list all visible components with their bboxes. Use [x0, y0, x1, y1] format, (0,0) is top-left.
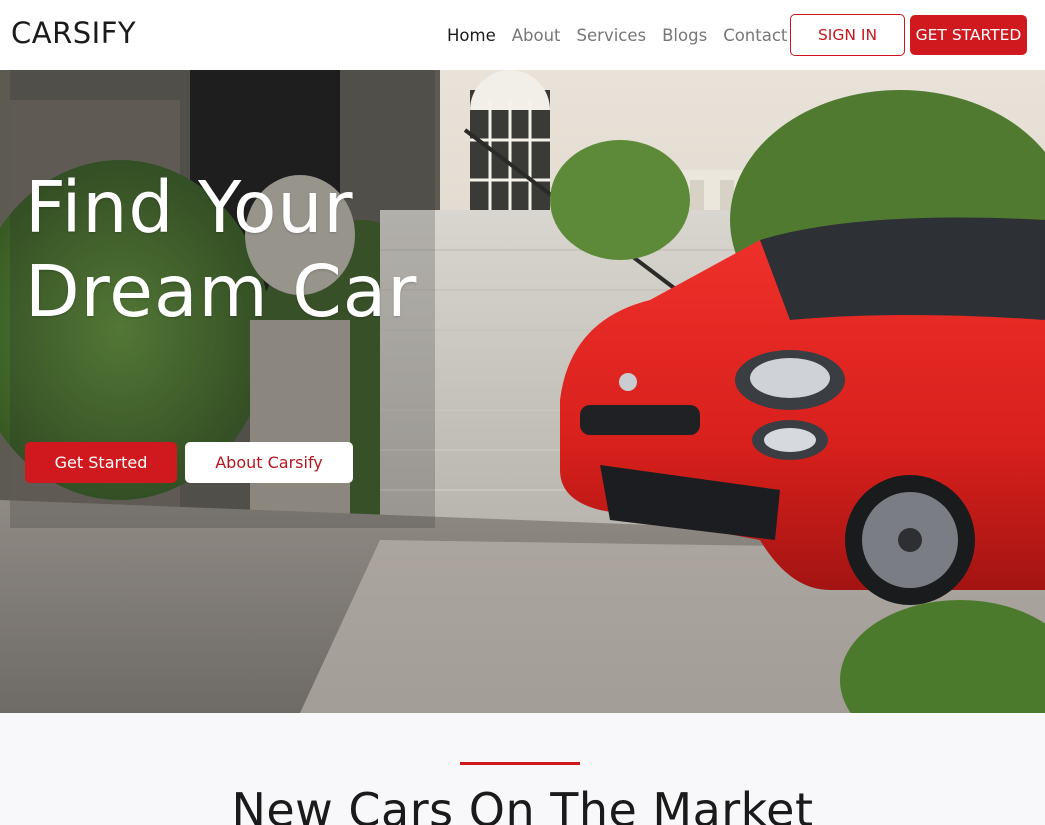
hero-get-started-button[interactable]: Get Started — [25, 442, 177, 483]
hero-title-line-1: Find Your — [25, 166, 354, 249]
nav-link-about[interactable]: About — [512, 26, 561, 45]
hero-section: Find Your Dream Car Get Started About Ca… — [0, 70, 1045, 713]
nav-links: Home About Services Blogs Contact — [447, 0, 803, 70]
section-divider — [460, 762, 580, 765]
nav-get-started-button[interactable]: GET STARTED — [910, 15, 1027, 55]
hero-title: Find Your Dream Car — [25, 166, 445, 334]
navbar: CARSIFY Home About Services Blogs Contac… — [0, 0, 1045, 70]
nav-link-blogs[interactable]: Blogs — [662, 26, 707, 45]
nav-link-contact[interactable]: Contact — [723, 26, 787, 45]
hero-title-line-2: Dream Car — [25, 250, 418, 333]
section-title: New Cars On The Market — [231, 783, 814, 825]
nav-link-services[interactable]: Services — [577, 26, 647, 45]
sign-in-button[interactable]: SIGN IN — [790, 14, 905, 56]
new-cars-section: New Cars On The Market — [0, 713, 1045, 825]
brand-logo[interactable]: CARSIFY — [11, 16, 136, 50]
about-carsify-button[interactable]: About Carsify — [185, 442, 353, 483]
nav-link-home[interactable]: Home — [447, 26, 496, 45]
